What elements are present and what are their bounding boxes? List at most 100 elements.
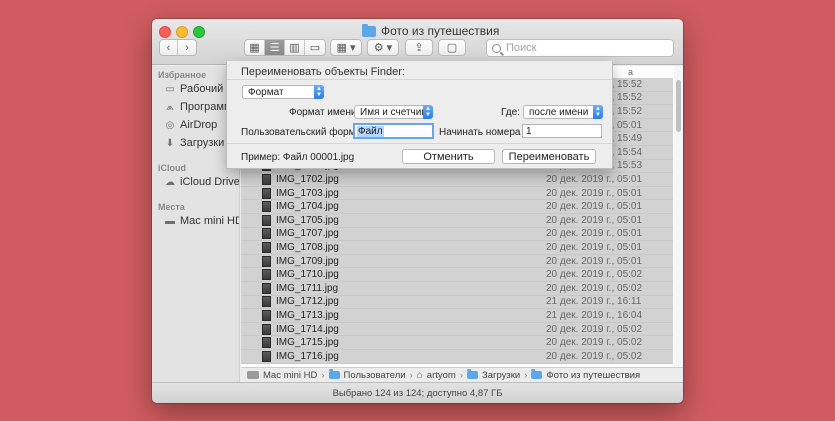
back-button[interactable]: ‹ — [160, 40, 178, 55]
chevron-right-icon: › — [185, 41, 189, 54]
action-dropdown[interactable]: ⚙ ▾ — [368, 40, 398, 55]
folder-icon — [362, 23, 376, 37]
share-button[interactable]: ⇪ — [405, 39, 433, 56]
table-row[interactable]: IMG_1707.jpg 20 дек. 2019 г., 05:01 — [241, 227, 673, 242]
gallery-view-button[interactable]: ▭ — [305, 40, 325, 55]
tags-control[interactable]: ▢ — [439, 40, 465, 55]
list-view-button[interactable]: ☰ — [265, 40, 285, 55]
name-format-value: Имя и счетчик — [360, 106, 426, 118]
image-file-icon — [262, 282, 271, 294]
image-file-icon — [262, 187, 271, 199]
start-number-value: 1 — [526, 125, 532, 137]
sidebar-item-desktop[interactable]: ▭ Рабочий с — [164, 81, 232, 97]
group-by-button[interactable]: ▦ ▾ — [330, 39, 362, 56]
view-mode-buttons: ▦ ☰ ▥ ▭ — [244, 39, 326, 56]
table-row[interactable]: IMG_1712.jpg 21 дек. 2019 г., 16:11 — [241, 295, 673, 310]
file-name: IMG_1716.jpg — [276, 350, 339, 362]
minimize-window-button[interactable] — [176, 26, 188, 38]
path-item[interactable]: Пользователи — [344, 370, 406, 381]
list-icon: ☰ — [269, 42, 280, 54]
file-name: IMG_1714.jpg — [276, 323, 339, 335]
custom-format-field[interactable]: Файл — [353, 123, 434, 139]
group-by-dropdown[interactable]: ▦ ▾ — [331, 40, 361, 55]
table-row[interactable]: IMG_1714.jpg 20 дек. 2019 г., 05:02 — [241, 322, 673, 337]
image-file-icon — [262, 337, 271, 349]
table-row[interactable]: IMG_1705.jpg 20 дек. 2019 г., 05:01 — [241, 214, 673, 228]
status-bar: Выбрано 124 из 124; доступно 4,87 ГБ — [152, 382, 683, 403]
image-file-icon — [262, 323, 271, 335]
sidebar-item-icloud-drive[interactable]: ☁ iCloud Drive — [164, 174, 239, 190]
share-control[interactable]: ⇪ — [406, 40, 432, 55]
file-date: 20 дек. 2019 г., 05:01 — [546, 228, 643, 240]
close-window-button[interactable] — [159, 26, 171, 38]
image-file-icon — [262, 255, 271, 267]
chevron-right-icon: › — [524, 369, 528, 381]
grid-dropdown-icon: ▦ ▾ — [336, 42, 356, 54]
table-row[interactable]: IMG_1711.jpg 20 дек. 2019 г., 05:02 — [241, 282, 673, 296]
table-row[interactable]: IMG_1702.jpg 20 дек. 2019 г., 05:01 — [241, 173, 673, 187]
table-row[interactable]: IMG_1715.jpg 20 дек. 2019 г., 05:02 — [241, 336, 673, 350]
table-row[interactable]: IMG_1713.jpg 21 дек. 2019 г., 16:04 — [241, 309, 673, 323]
downloads-icon: ⬇ — [165, 137, 175, 149]
file-name: IMG_1709.jpg — [276, 255, 339, 267]
rename-button[interactable]: Переименовать — [502, 149, 596, 164]
rename-sheet-title: Переименовать объекты Finder: — [241, 66, 405, 78]
image-file-icon — [262, 173, 271, 185]
path-item[interactable]: Mac mini HD — [263, 370, 317, 381]
updown-arrows-icon: ▲ ▼ — [593, 105, 603, 119]
start-number-label: Начинать номера с: — [439, 127, 531, 138]
vertical-scrollbar[interactable] — [674, 66, 683, 382]
path-item[interactable]: Загрузки — [482, 370, 520, 381]
name-format-label: Формат имени: — [289, 107, 360, 118]
sidebar-item-airdrop[interactable]: ◎ AirDrop — [164, 117, 218, 133]
start-number-field[interactable]: 1 — [522, 124, 602, 138]
cancel-button[interactable]: Отменить — [402, 149, 495, 164]
divider — [227, 143, 612, 144]
file-date: 20 дек. 2019 г., 05:02 — [546, 269, 643, 281]
sidebar-item-mac-mini-hd[interactable]: ▬ Mac mini HD — [164, 213, 239, 229]
gear-icon: ⚙ ▾ — [373, 42, 393, 54]
path-item[interactable]: artyom — [427, 370, 456, 381]
search-input[interactable]: Поиск — [486, 39, 674, 57]
sidebar-header-icloud: iCloud — [158, 163, 186, 173]
tags-button[interactable]: ▢ — [438, 39, 466, 56]
sidebar-item-downloads[interactable]: ⬇ Загрузки — [164, 135, 224, 151]
table-row[interactable]: IMG_1710.jpg 20 дек. 2019 г., 05:02 — [241, 268, 673, 282]
action-button[interactable]: ⚙ ▾ — [367, 39, 399, 56]
search-placeholder: Поиск — [506, 42, 537, 54]
zoom-window-button[interactable] — [193, 26, 205, 38]
vertical-scroll-thumb[interactable] — [676, 80, 681, 132]
where-select[interactable]: после имени ▲ ▼ — [523, 105, 603, 119]
sidebar-item-applications[interactable]: ⩕ Программ — [164, 99, 231, 115]
file-name: IMG_1715.jpg — [276, 337, 339, 349]
rename-mode-select[interactable]: Формат ▲ ▼ — [242, 85, 324, 99]
file-date: 20 дек. 2019 г., 05:01 — [546, 241, 643, 253]
chevron-right-icon: › — [459, 369, 463, 381]
file-date: 20 дек. 2019 г., 05:02 — [546, 323, 643, 335]
column-header-date[interactable]: а — [628, 67, 633, 77]
table-row[interactable]: IMG_1703.jpg 20 дек. 2019 г., 05:01 — [241, 186, 673, 201]
status-text: Выбрано 124 из 124; доступно 4,87 ГБ — [332, 387, 503, 399]
custom-format-label: Пользовательский формат: — [241, 127, 369, 138]
image-file-icon — [262, 214, 271, 226]
table-row[interactable]: IMG_1704.jpg 20 дек. 2019 г., 05:01 — [241, 200, 673, 214]
example-text: Пример: Файл 00001.jpg — [241, 152, 355, 163]
image-file-icon — [262, 309, 271, 321]
table-row[interactable]: IMG_1716.jpg 20 дек. 2019 г., 05:02 — [241, 350, 673, 364]
column-view-button[interactable]: ▥ — [285, 40, 305, 55]
table-row[interactable]: IMG_1709.jpg 20 дек. 2019 г., 05:01 — [241, 254, 673, 269]
file-name: IMG_1705.jpg — [276, 214, 339, 226]
sidebar-header-places: Места — [158, 202, 185, 212]
forward-button[interactable]: › — [178, 40, 196, 55]
hard-drive-icon — [247, 371, 259, 379]
cloud-icon: ☁ — [165, 176, 175, 188]
folder-icon — [328, 369, 340, 379]
file-name: IMG_1708.jpg — [276, 241, 339, 253]
name-format-select[interactable]: Имя и счетчик ▲ ▼ — [354, 105, 433, 119]
icon-view-button[interactable]: ▦ — [245, 40, 265, 55]
file-name: IMG_1710.jpg — [276, 269, 339, 281]
table-row[interactable]: IMG_1708.jpg 20 дек. 2019 г., 05:01 — [241, 241, 673, 255]
path-item[interactable]: Фото из путешествия — [546, 370, 640, 381]
applications-icon: ⩕ — [166, 101, 174, 113]
file-date: 20 дек. 2019 г., 05:02 — [546, 282, 643, 294]
